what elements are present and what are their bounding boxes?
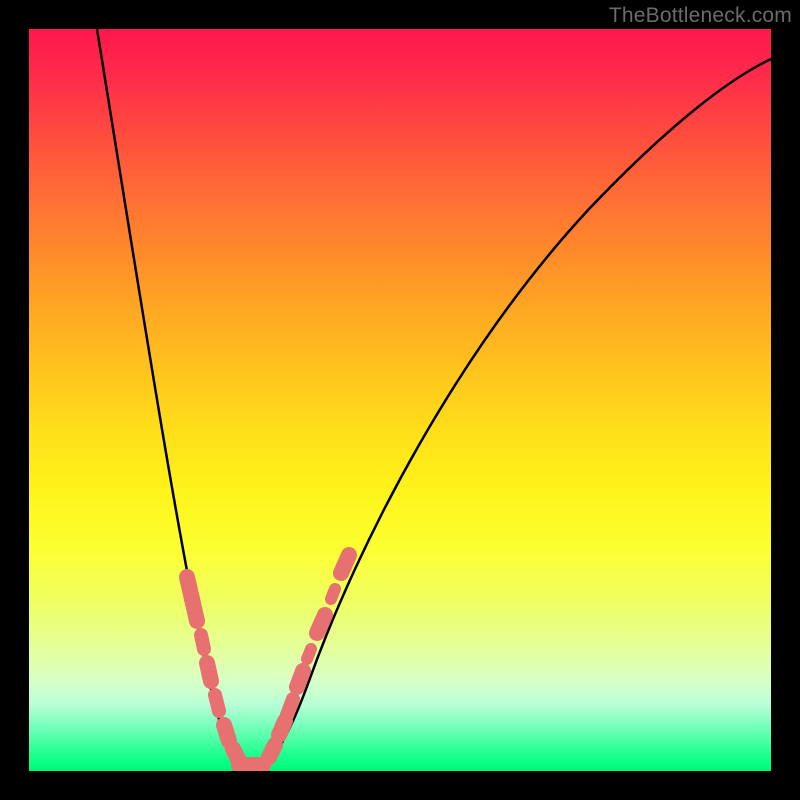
bottleneck-curve [97,29,771,771]
bead [192,599,197,621]
bead [297,671,303,687]
bead [279,721,285,735]
bead [331,589,335,599]
bead [287,699,293,715]
chart-plot-area [29,29,771,771]
bead [269,745,275,757]
bead [215,695,219,711]
bead [224,725,229,741]
bead [201,635,204,649]
chart-svg [29,29,771,771]
bead [341,555,349,573]
bead [307,649,311,659]
watermark-label: TheBottleneck.com [609,4,792,28]
bead-group [187,555,349,765]
bead [207,663,211,681]
bead [317,615,325,633]
